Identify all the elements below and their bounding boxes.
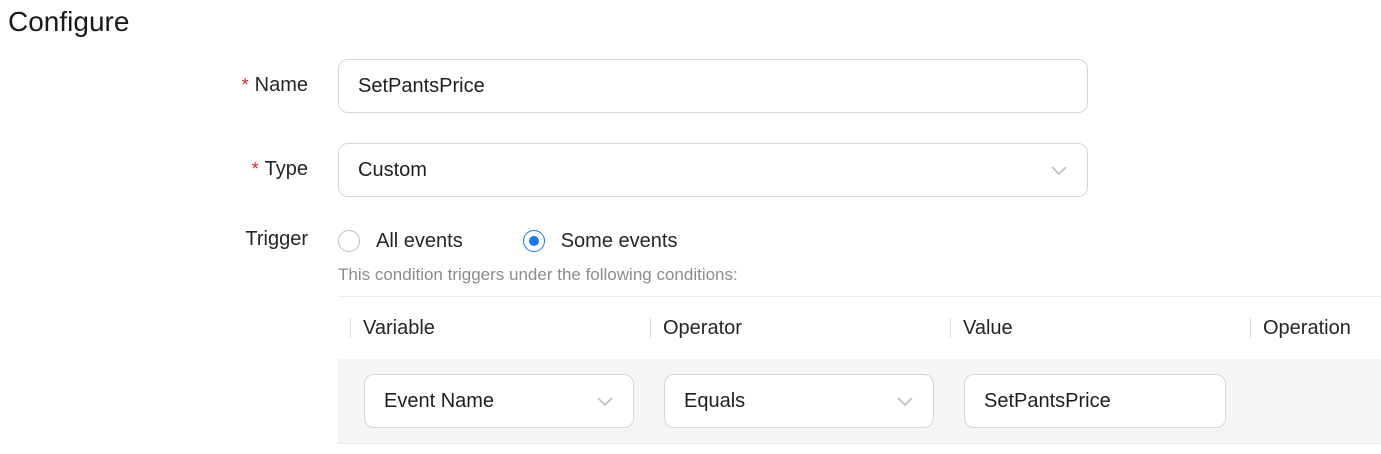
variable-select[interactable]: Event Name <box>364 374 634 428</box>
conditions-table: Variable Operator Value Operation Event … <box>338 296 1381 444</box>
type-select[interactable]: Custom <box>338 143 1088 197</box>
page-title: Configure <box>8 6 130 37</box>
column-header-variable: Variable <box>350 297 435 359</box>
trigger-label: Trigger <box>245 228 308 250</box>
type-label: * Type <box>251 158 308 180</box>
radio-circle[interactable] <box>338 230 360 252</box>
name-label: * Name <box>241 74 308 96</box>
column-header-operator: Operator <box>650 297 742 359</box>
name-input[interactable]: SetPantsPrice <box>338 59 1088 113</box>
type-select-value: Custom <box>358 158 427 181</box>
operator-select[interactable]: Equals <box>664 374 934 428</box>
name-input-value: SetPantsPrice <box>358 74 485 97</box>
value-input[interactable]: SetPantsPrice <box>964 374 1226 428</box>
radio-circle-checked[interactable] <box>522 230 545 252</box>
configure-page: Configure * Name SetPantsPrice * Type Cust… <box>0 0 1381 454</box>
required-mark: * <box>241 75 249 95</box>
column-header-operation: Operation <box>1250 297 1351 359</box>
required-mark: * <box>251 159 259 179</box>
table-row: Event Name Equals SetPantsPrice <box>338 359 1381 444</box>
column-header-value: Value <box>950 297 1013 359</box>
radio-all-events[interactable]: All events <box>338 230 463 253</box>
trigger-radio-group: All events Some events <box>338 228 677 254</box>
table-header: Variable Operator Value Operation <box>338 297 1381 359</box>
chevron-down-icon <box>1051 166 1067 176</box>
radio-some-events[interactable]: Some events <box>522 230 677 253</box>
chevron-down-icon <box>597 397 613 407</box>
chevron-down-icon <box>897 397 913 407</box>
trigger-hint: This condition triggers under the follow… <box>338 265 738 284</box>
